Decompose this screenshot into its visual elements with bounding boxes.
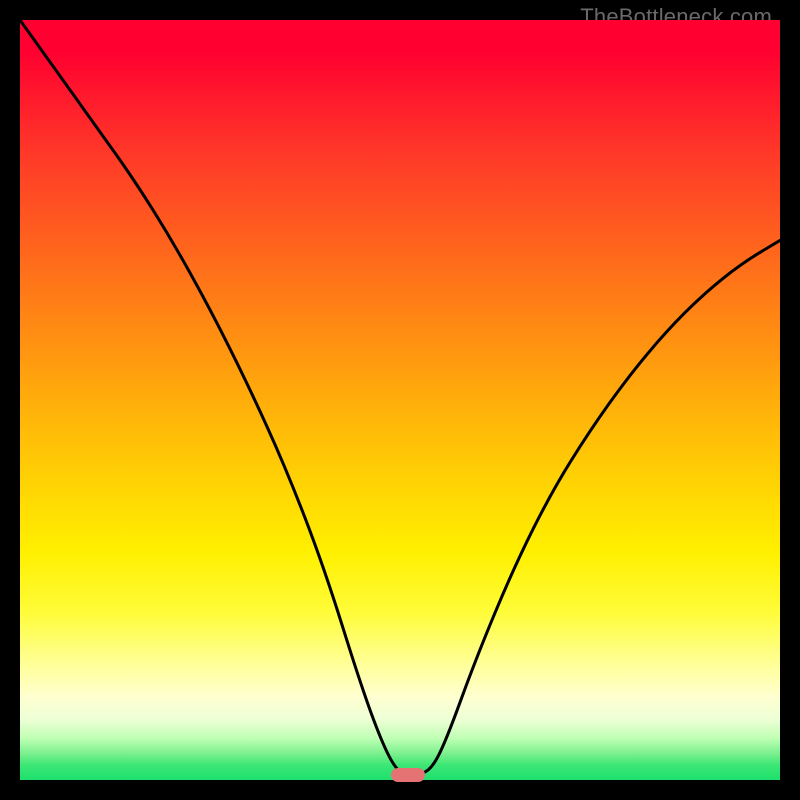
plot-area — [20, 20, 780, 780]
chart-wrapper: TheBottleneck.com — [0, 0, 800, 800]
minimum-marker — [391, 768, 425, 782]
curve-layer — [20, 20, 780, 780]
bottleneck-curve — [20, 20, 780, 775]
